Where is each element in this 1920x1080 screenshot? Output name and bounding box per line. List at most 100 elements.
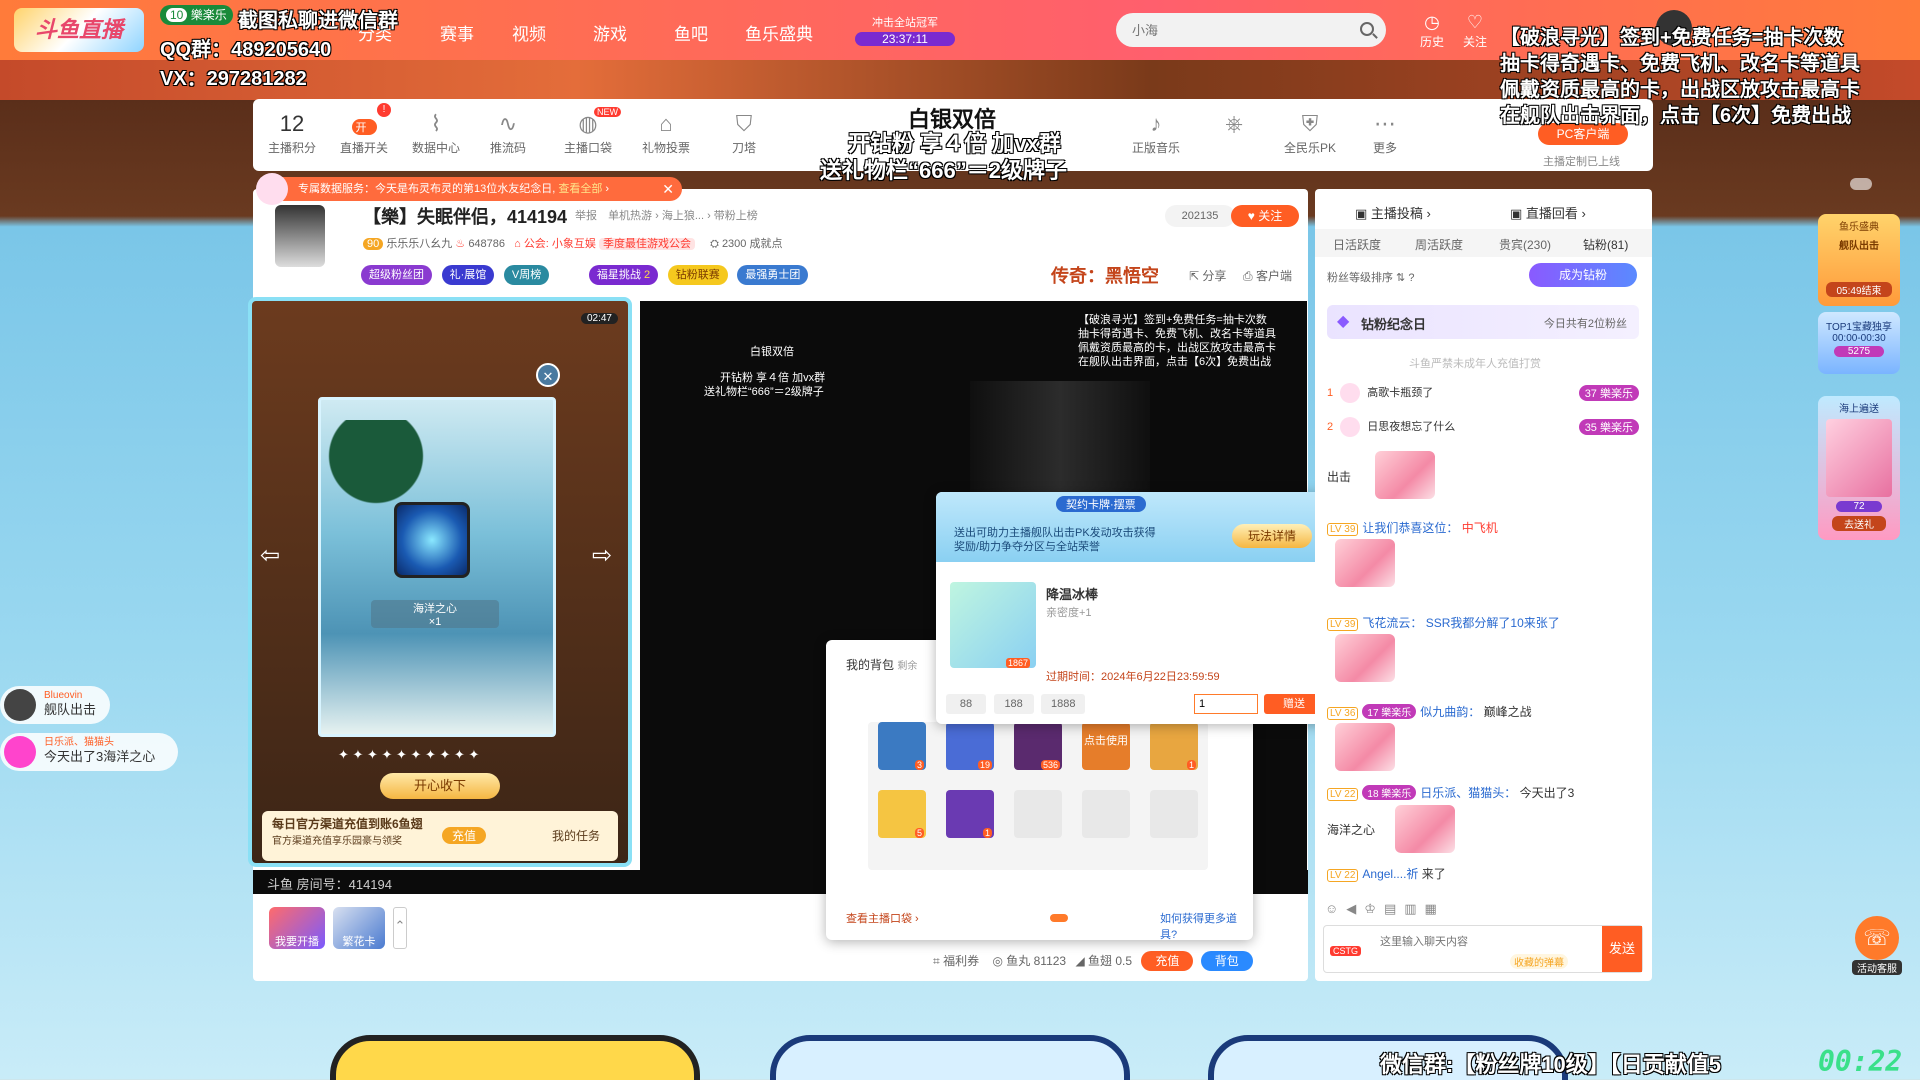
tab-replay[interactable]: ▣ 直播回看 ›: [1510, 203, 1586, 222]
message-user[interactable]: 让我们恭喜这位：: [1362, 521, 1458, 535]
notice-link[interactable]: 查看全部: [558, 183, 602, 195]
nav-fishbar[interactable]: 鱼吧: [674, 20, 708, 45]
tag-v-week[interactable]: V周榜: [503, 265, 550, 285]
promo-banner[interactable]: 冲击全站冠军 23:37:11: [855, 14, 955, 46]
tab-daily[interactable]: 日活跃度: [1333, 236, 1381, 253]
search-input[interactable]: [1116, 13, 1336, 47]
popup-close-icon[interactable]: ✕: [536, 363, 560, 387]
tab-vip[interactable]: 贵宾(230): [1499, 236, 1551, 253]
next-arrow-icon[interactable]: ⇨: [592, 541, 612, 570]
tag-gift-hall[interactable]: 礼·展馆: [441, 265, 495, 285]
horn-slot[interactable]: 5: [878, 790, 926, 838]
nav-events[interactable]: 赛事: [440, 20, 474, 45]
tag-warrior[interactable]: 最强勇士团: [737, 265, 809, 285]
nav-festival[interactable]: 鱼乐盛典: [745, 20, 813, 45]
gift-tool[interactable]: ⎈: [1199, 111, 1269, 139]
more[interactable]: ⋯ 更多: [1350, 111, 1420, 156]
top1-widget[interactable]: TOP1宝藏独享 00:00-00:30 5275: [1818, 312, 1900, 374]
share-button[interactable]: ⇱ 分享: [1189, 267, 1226, 284]
data-center[interactable]: ⌇ 数据中心: [401, 111, 471, 156]
event-widget-1[interactable]: 鱼乐盛典 舰队出击 05:49结束: [1818, 214, 1900, 306]
recharge-button[interactable]: 充值: [1141, 951, 1194, 971]
empty-slot[interactable]: [1014, 790, 1062, 838]
anchor-bag[interactable]: ◍ 主播口袋 NEW: [553, 107, 623, 156]
site-logo[interactable]: 斗鱼直播: [14, 8, 144, 52]
history-button[interactable]: ◷ 历史: [1415, 12, 1449, 50]
become-diamond-button[interactable]: 成为钻粉: [1529, 263, 1637, 287]
purple-card-slot[interactable]: 1: [946, 790, 994, 838]
nav-video[interactable]: 视频: [512, 20, 546, 45]
my-task-link[interactable]: 我的任务: [552, 827, 600, 844]
music[interactable]: ♪ 正版音乐: [1121, 111, 1191, 156]
qty-1888-button[interactable]: 1888: [1041, 694, 1086, 714]
nav-games[interactable]: 游戏: [593, 20, 627, 45]
ocean-heart-card[interactable]: 海洋之心 ×1: [318, 397, 556, 737]
empty-slot[interactable]: [1082, 790, 1130, 838]
font-icon[interactable]: ▤: [1384, 901, 1404, 916]
task-recharge-button[interactable]: 充值: [442, 827, 487, 844]
service-button[interactable]: ☏ 活动客服: [1852, 916, 1902, 976]
live-toggle[interactable]: 开 直播开关 !: [329, 103, 399, 156]
crown-icon[interactable]: ♔: [1364, 901, 1384, 916]
collected-danmu[interactable]: 收藏的弹幕: [1510, 954, 1568, 969]
message-user[interactable]: 飞花流云：: [1362, 616, 1422, 630]
breadcrumb-item[interactable]: 带粉上榜: [714, 210, 758, 222]
card-icon[interactable]: ▦: [1425, 901, 1445, 916]
breadcrumb-item[interactable]: 单机热游: [608, 210, 652, 222]
ticket-slot[interactable]: 1: [1150, 722, 1198, 770]
fuli-label[interactable]: 福利券: [943, 954, 979, 968]
qty-88-button[interactable]: 88: [946, 694, 986, 714]
prev-arrow-icon[interactable]: ⇦: [260, 541, 280, 570]
rank-row[interactable]: 1 高歌卡瓶颈了 37 樂楽乐: [1327, 383, 1639, 417]
client-button[interactable]: ⎙ 客户端: [1243, 267, 1292, 284]
view-bag-link[interactable]: 查看主播口袋 ›: [846, 910, 919, 926]
game-name[interactable]: 传奇：黑悟空: [1051, 262, 1159, 288]
report-link[interactable]: 举报: [575, 210, 597, 222]
backpack-button[interactable]: 背包: [1200, 951, 1253, 971]
flower-card-button[interactable]: 繁花卡: [333, 907, 385, 949]
qty-input[interactable]: [1194, 694, 1258, 714]
qty-188-button[interactable]: 188: [993, 694, 1034, 714]
how-more-link[interactable]: 如何获得更多道具?: [1160, 910, 1253, 942]
message-user[interactable]: 日乐派、猫猫头：: [1420, 786, 1516, 800]
chat-input[interactable]: [1380, 932, 1570, 952]
tag-diamond-league[interactable]: 钻粉联赛: [667, 265, 728, 285]
rule-button[interactable]: 玩法详情: [1232, 524, 1312, 548]
collapse-icon[interactable]: [1850, 178, 1872, 190]
breadcrumb-item[interactable]: 海上狼...: [662, 210, 704, 222]
stream-code[interactable]: ∿ 推流码: [473, 111, 543, 156]
tag-super-fan[interactable]: 超级粉丝团: [361, 265, 432, 285]
tab-weekly[interactable]: 周活跃度: [1415, 236, 1463, 253]
send-button[interactable]: 发送: [1602, 926, 1642, 972]
collapse-arrow[interactable]: ⌃: [393, 907, 407, 949]
collect-button[interactable]: 开心收下: [380, 773, 500, 799]
message-user[interactable]: 似九曲韵：: [1420, 705, 1480, 719]
blue-card-slot[interactable]: 19: [946, 722, 994, 770]
pk[interactable]: ⛨ 全民乐PK: [1275, 111, 1345, 156]
tag-fuxing[interactable]: 福星挑战 2: [588, 265, 659, 285]
diamond-day-bar[interactable]: ◆ 钻粉纪念日 今日共有2位粉丝: [1327, 305, 1639, 339]
v-badge-slot[interactable]: 536: [1014, 722, 1062, 770]
empty-slot[interactable]: [1150, 790, 1198, 838]
anchor-name[interactable]: 乐乐乐八幺九: [386, 238, 452, 250]
search-icon[interactable]: [1360, 22, 1374, 36]
fan-icon[interactable]: ▥: [1404, 901, 1424, 916]
ocean-heart-slot[interactable]: 3: [878, 722, 926, 770]
anchor-points[interactable]: 12 主播积分: [257, 111, 327, 156]
rank-row[interactable]: 2 日思夜想忘了什么 35 樂楽乐: [1327, 417, 1639, 451]
gift-vote[interactable]: ⌂ 礼物投票: [631, 111, 701, 156]
guild-name[interactable]: 公会: 小象互娱: [524, 238, 596, 250]
close-icon[interactable]: ✕: [662, 177, 674, 201]
message-user[interactable]: Angel....祈: [1362, 867, 1418, 881]
go-live-button[interactable]: 我要开播: [269, 907, 325, 949]
tab-diamond[interactable]: 钻粉(81): [1583, 236, 1628, 253]
horn-icon[interactable]: ◀: [1346, 901, 1364, 916]
follow-button[interactable]: ♥ 关注: [1231, 205, 1299, 227]
sword-tower[interactable]: ⛉ 刀塔: [709, 111, 779, 156]
event-widget-2[interactable]: 海上遍送 72 去送礼: [1818, 396, 1900, 540]
emoji-icon[interactable]: ☺: [1325, 901, 1346, 916]
anchor-avatar[interactable]: [275, 205, 325, 267]
event2-button[interactable]: 去送礼: [1832, 516, 1886, 531]
follow-button[interactable]: ♡ 关注: [1458, 12, 1492, 50]
page-dot[interactable]: [1050, 914, 1068, 922]
